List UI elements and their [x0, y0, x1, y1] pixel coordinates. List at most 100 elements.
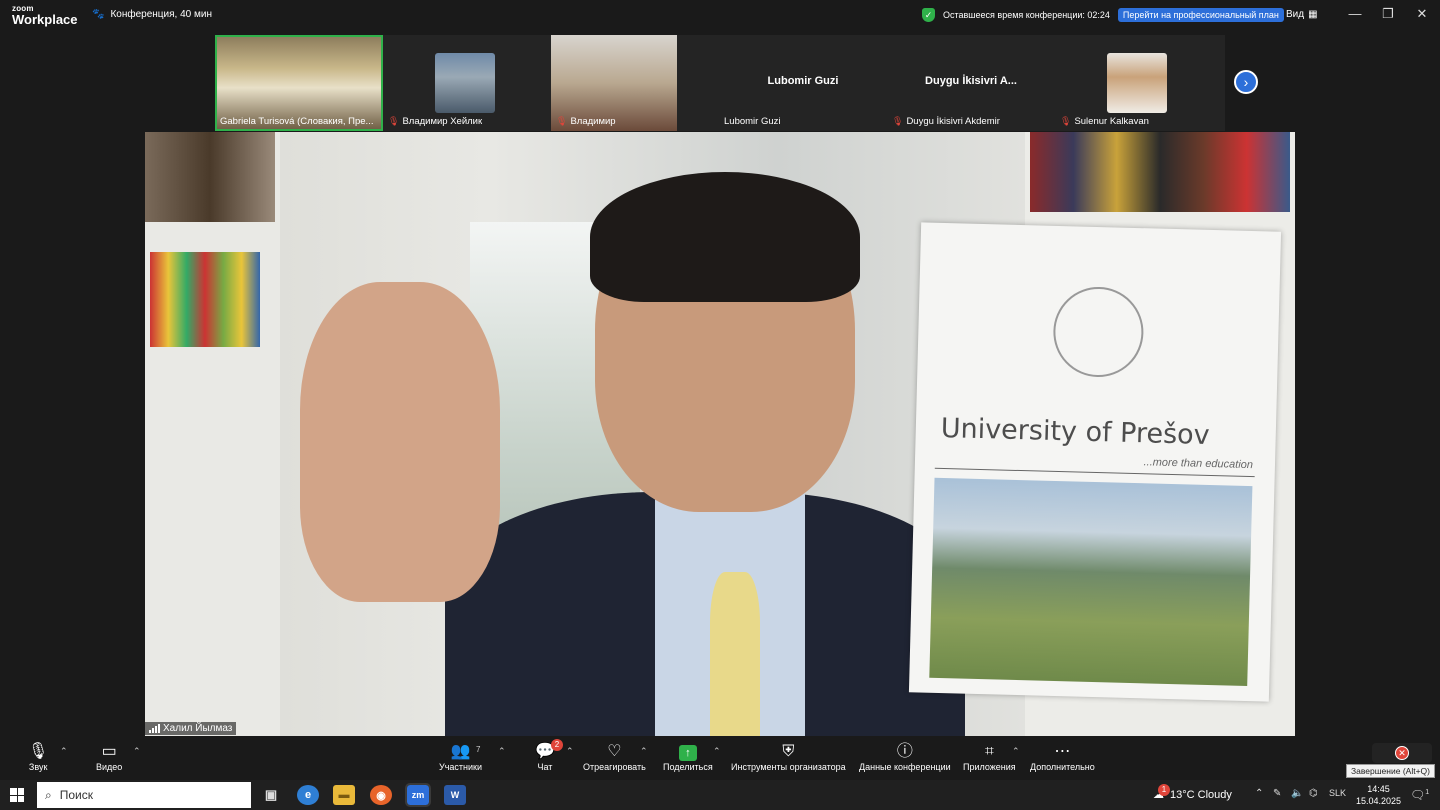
active-speaker-video: University of Prešov ...more than educat… — [145, 132, 1295, 736]
edge-app-button[interactable]: e — [297, 785, 319, 805]
brochure-tagline: ...more than education — [1143, 456, 1254, 472]
participant-video — [435, 53, 495, 113]
meeting-toolbar: 🎙 Звук ⌃ ▭ Видео ⌃ 👥 7 Участники ⌃ 💬 2 Чат… — [0, 738, 1440, 780]
close-x-icon: ✕ — [1395, 746, 1409, 760]
info-icon: ⓘ — [896, 743, 913, 760]
close-button[interactable]: ✕ — [1412, 6, 1432, 22]
search-icon: ⌕ — [45, 787, 52, 802]
apps-icon: ⌗ — [984, 743, 994, 760]
heart-icon: ♡ — [607, 743, 622, 760]
books — [1030, 132, 1290, 212]
mic-muted-icon: 🎙 — [892, 116, 904, 126]
word-app-button[interactable]: W — [444, 785, 466, 805]
weather-widget[interactable]: ☁ 1 13°C Cloudy — [1153, 784, 1232, 801]
host-tools-button[interactable]: ⛨ Инструменты организатора — [731, 742, 846, 772]
video-camera-icon: ▭ — [101, 743, 117, 760]
apps-button[interactable]: ⌗ Приложения — [963, 742, 1016, 772]
share-arrow-up-icon: ↑ — [678, 745, 697, 761]
task-view-icon: ▣ — [264, 787, 278, 802]
microphone-icon: 🎙 — [28, 743, 49, 760]
volume-icon[interactable]: 🔈 — [1291, 788, 1303, 799]
restore-button[interactable]: ❐ — [1378, 6, 1398, 22]
brochure-title: University of Prešov — [940, 412, 1211, 451]
mic-muted-icon: 🎙 — [1060, 116, 1072, 126]
participant-tile[interactable]: 🎙 Sulenur Kalkavan — [1055, 35, 1223, 131]
notification-center-button[interactable]: 🗨1 — [1410, 788, 1429, 802]
chat-button[interactable]: 💬 2 Чат — [535, 739, 563, 772]
meeting-name[interactable]: 🐾 Конференция, 40 мин — [92, 9, 212, 20]
meeting-info-button[interactable]: ⓘ Данные конференции — [859, 742, 951, 772]
file-explorer-button[interactable]: ▬ — [333, 785, 355, 805]
participant-name: Sulenur Kalkavan — [1074, 116, 1149, 127]
participant-tile[interactable]: Duygu İkisivri A... 🎙 Duygu İkisivri Akde… — [887, 35, 1055, 131]
participant-tile[interactable]: Gabriela Turisová (Словакия, Пре... — [215, 35, 383, 131]
books — [145, 132, 275, 222]
edge-icon: e — [304, 789, 312, 801]
firefox-icon: ◉ — [376, 789, 386, 802]
participant-tile[interactable]: 🎙 Владимир Хейлик — [383, 35, 551, 131]
upgrade-button[interactable]: Перейти на профессиональный план — [1117, 8, 1284, 22]
pen-icon[interactable]: ✎ — [1273, 788, 1281, 799]
windows-start-button[interactable] — [10, 788, 24, 802]
share-screen-button[interactable]: ↑ Поделиться — [663, 742, 713, 772]
mic-muted-icon: 🎙 — [388, 116, 400, 126]
participant-name: Gabriela Turisová (Словакия, Пре... — [220, 116, 374, 127]
react-button[interactable]: ♡ Отреагировать — [583, 742, 646, 772]
participant-tile[interactable]: Lubomir Guzi Lubomir Guzi — [719, 35, 887, 131]
participant-name: Lubomir Guzi — [724, 116, 781, 127]
chat-options-chevron-up-icon[interactable]: ⌃ — [566, 746, 574, 757]
participant-display-name: Lubomir Guzi — [767, 75, 839, 87]
firefox-app-button[interactable]: ◉ — [370, 785, 392, 805]
network-icon[interactable]: ⌬ — [1309, 788, 1318, 799]
chat-bubble-icon: 💬 2 — [535, 739, 563, 762]
participant-name: Duygu İkisivri Akdemir — [906, 116, 1000, 127]
audio-button[interactable]: 🎙 Звук — [28, 742, 48, 772]
windows-taskbar: ⌕ Поиск ▣ e ▬ ◉ zm W ☁ 1 13°C Cloudy ⌃ ✎ … — [0, 780, 1440, 810]
time-left-indicator: ✓ Оставшееся время конференции: 02:24 Пе… — [922, 8, 1284, 22]
campus-photo — [929, 477, 1253, 687]
next-page-button[interactable]: › — [1234, 70, 1258, 94]
paw-icon: 🐾 — [92, 9, 105, 20]
end-meeting-button[interactable]: ✕ — [1372, 743, 1432, 763]
notification-icon: 🗨 — [1410, 788, 1426, 802]
shield-icon: ⛨ — [782, 743, 795, 760]
taskbar-search[interactable]: ⌕ Поиск — [37, 782, 251, 808]
react-options-chevron-up-icon[interactable]: ⌃ — [640, 746, 648, 757]
participants-button[interactable]: 👥 7 Участники — [439, 742, 482, 772]
language-indicator[interactable]: SLK — [1329, 788, 1346, 798]
person-hair — [590, 172, 860, 302]
grid-icon: ▦ — [1308, 9, 1318, 20]
person-tie — [710, 572, 760, 736]
video-button[interactable]: ▭ Видео — [96, 742, 122, 772]
signal-strength-icon — [149, 724, 160, 733]
bookshelf-left — [145, 132, 280, 736]
participant-tile[interactable]: 🎙 Владимир — [551, 35, 719, 131]
zoom-app-button[interactable]: zm — [405, 783, 431, 807]
participant-name: Владимир — [570, 116, 616, 127]
task-view-button[interactable]: ▣ — [260, 785, 282, 805]
speaker-name-label: Халил Йылмаз — [145, 722, 237, 735]
university-brochure: University of Prešov ...more than educat… — [908, 222, 1282, 702]
share-options-chevron-up-icon[interactable]: ⌃ — [713, 746, 721, 757]
more-button[interactable]: ⋯ Дополнительно — [1030, 742, 1095, 772]
waving-hand — [300, 282, 500, 602]
folder-icon: ▬ — [338, 789, 350, 801]
video-options-chevron-up-icon[interactable]: ⌃ — [133, 746, 141, 757]
participant-strip: Gabriela Turisová (Словакия, Пре... 🎙 Вла… — [215, 35, 1225, 131]
zoom-logo: zoom Workplace — [12, 4, 78, 27]
minimize-button[interactable]: — — [1345, 6, 1365, 21]
participant-video — [1107, 53, 1167, 113]
title-bar: zoom Workplace 🐾 Конференция, 40 мин ✓ О… — [0, 0, 1440, 32]
more-dots-icon: ⋯ — [1054, 743, 1071, 760]
mic-muted-icon: 🎙 — [556, 116, 568, 126]
apps-options-chevron-up-icon[interactable]: ⌃ — [1012, 746, 1020, 757]
view-button[interactable]: Вид ▦ — [1286, 9, 1318, 20]
participant-display-name: Duygu İkisivri A... — [925, 75, 1017, 87]
university-seal — [1052, 285, 1145, 379]
participants-options-chevron-up-icon[interactable]: ⌃ — [498, 746, 506, 757]
show-hidden-icons-chevron-up-icon[interactable]: ⌃ — [1255, 788, 1263, 799]
people-icon: 👥 7 — [450, 743, 481, 760]
taskbar-clock[interactable]: 14:45 15.04.2025 — [1356, 783, 1401, 807]
chevron-right-icon: › — [1243, 74, 1249, 90]
audio-options-chevron-up-icon[interactable]: ⌃ — [60, 746, 68, 757]
